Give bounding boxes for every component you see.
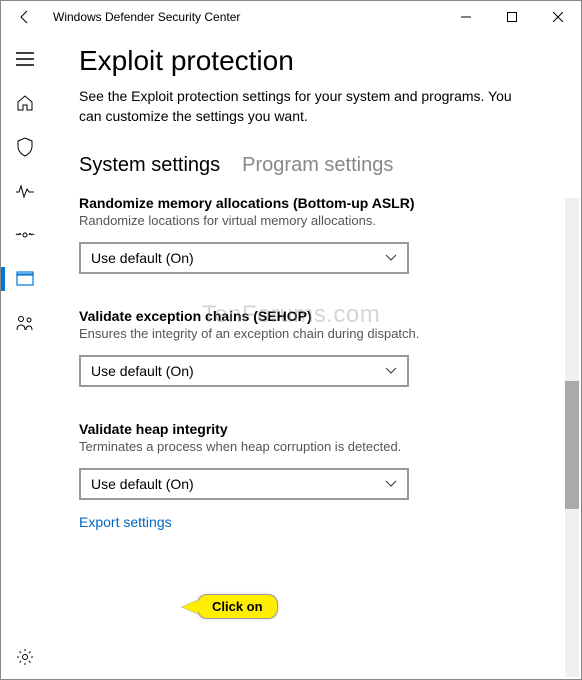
dropdown-value: Use default (On) <box>91 250 194 266</box>
setting-aslr: Randomize memory allocations (Bottom-up … <box>79 195 553 274</box>
nav-virus-protection[interactable] <box>1 125 49 169</box>
export-settings-link[interactable]: Export settings <box>79 514 172 530</box>
setting-sehop: Validate exception chains (SEHOP) Ensure… <box>79 308 553 387</box>
maximize-button[interactable] <box>489 1 535 33</box>
dropdown-value: Use default (On) <box>91 363 194 379</box>
titlebar: Windows Defender Security Center <box>1 1 581 33</box>
setting-title: Randomize memory allocations (Bottom-up … <box>79 195 553 211</box>
page-subtitle: See the Exploit protection settings for … <box>79 87 519 126</box>
tab-program-settings[interactable]: Program settings <box>242 154 393 177</box>
page-title: Exploit protection <box>79 45 553 77</box>
hamburger-menu[interactable] <box>1 37 49 81</box>
chevron-down-icon <box>385 475 397 493</box>
window-controls <box>443 1 581 33</box>
main-content: Exploit protection See the Exploit prote… <box>49 33 581 679</box>
setting-desc: Terminates a process when heap corruptio… <box>79 439 553 454</box>
window-title: Windows Defender Security Center <box>53 10 240 24</box>
dropdown-value: Use default (On) <box>91 476 194 492</box>
sidebar <box>1 33 49 679</box>
back-button[interactable] <box>9 1 41 33</box>
chevron-down-icon <box>385 249 397 267</box>
nav-app-browser-control[interactable] <box>1 257 49 301</box>
settings-tabs: System settings Program settings <box>79 154 553 177</box>
setting-desc: Randomize locations for virtual memory a… <box>79 213 553 228</box>
setting-title: Validate heap integrity <box>79 421 553 437</box>
nav-home[interactable] <box>1 81 49 125</box>
setting-heap: Validate heap integrity Terminates a pro… <box>79 421 553 500</box>
tab-system-settings[interactable]: System settings <box>79 154 220 177</box>
setting-desc: Ensures the integrity of an exception ch… <box>79 326 553 341</box>
scrollbar-thumb[interactable] <box>565 381 579 509</box>
chevron-down-icon <box>385 362 397 380</box>
nav-device-performance[interactable] <box>1 169 49 213</box>
nav-firewall[interactable] <box>1 213 49 257</box>
nav-settings[interactable] <box>1 635 49 679</box>
nav-family-options[interactable] <box>1 301 49 345</box>
dropdown-aslr[interactable]: Use default (On) <box>79 242 409 274</box>
dropdown-sehop[interactable]: Use default (On) <box>79 355 409 387</box>
setting-title: Validate exception chains (SEHOP) <box>79 308 553 324</box>
settings-list: Randomize memory allocations (Bottom-up … <box>79 195 553 532</box>
close-button[interactable] <box>535 1 581 33</box>
minimize-button[interactable] <box>443 1 489 33</box>
dropdown-heap[interactable]: Use default (On) <box>79 468 409 500</box>
